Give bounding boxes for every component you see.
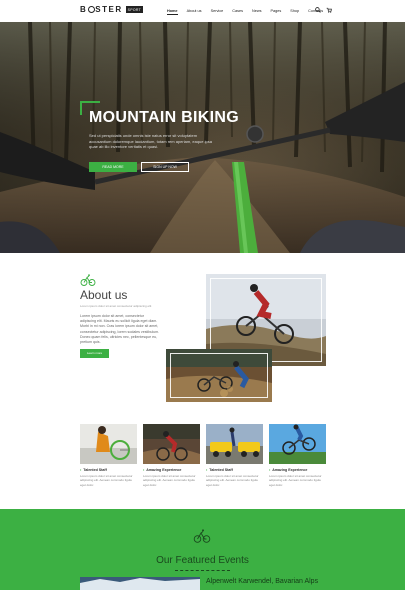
about-text: Lorem ipsum dolor sit amet, consectetur … — [80, 314, 160, 345]
main-nav: Home About us Service Cases News Pages S… — [167, 9, 323, 15]
site-header: B STER SPORT Home About us Service Cases… — [0, 0, 405, 22]
nav-news[interactable]: News — [252, 9, 262, 15]
logo-text-start: B — [80, 5, 88, 14]
featured-title-underline — [175, 570, 230, 571]
card-image — [269, 424, 326, 464]
nav-pages[interactable]: Pages — [271, 9, 282, 15]
card-text: Lorem ipsum dolor sit amet consectetur a… — [269, 474, 322, 487]
card-image — [206, 424, 263, 464]
logo-wheel-icon — [87, 6, 95, 13]
photo-secondary-frame — [170, 353, 268, 398]
about-title: About us — [80, 288, 128, 302]
event-image[interactable] — [80, 577, 200, 590]
card-text: Lorem ipsum dolor sit amet consectetur a… — [80, 474, 133, 487]
sign-up-button[interactable]: SIGN UP NOW — [141, 162, 189, 172]
nav-service[interactable]: Service — [211, 9, 224, 15]
bike-icon — [193, 529, 211, 543]
header-icons — [315, 7, 332, 13]
logo[interactable]: B STER SPORT — [80, 5, 144, 14]
nav-about[interactable]: About us — [187, 9, 202, 15]
event-title[interactable]: Alpenwelt Karwendel, Bavarian Alps — [206, 578, 318, 585]
featured-title: Our Featured Events — [156, 555, 249, 566]
about-subtitle: Lorem ipsum dolor sit amet consectetur a… — [80, 304, 152, 308]
nav-cases[interactable]: Cases — [232, 9, 243, 15]
hero-description: Sed ut perspiciatis unde omnis iste natu… — [89, 133, 212, 149]
card-title: Amazing Experience — [143, 468, 200, 472]
card-title: Talented Staff — [80, 468, 137, 472]
card-image — [143, 424, 200, 464]
featured-events-section: Our Featured Events Alpenwelt Karwendel,… — [0, 509, 405, 590]
nav-home[interactable]: Home — [167, 9, 178, 15]
gallery-card[interactable]: Talented Staff Lorem ipsum dolor sit ame… — [80, 424, 137, 487]
card-text: Lorem ipsum dolor sit amet consectetur a… — [143, 474, 196, 487]
card-image — [80, 424, 137, 464]
hero-banner: MOUNTAIN BIKING Sed ut perspiciatis unde… — [0, 22, 405, 253]
read-more-button[interactable]: READ MORE — [89, 162, 137, 172]
learn-more-button[interactable]: Learn more — [80, 349, 109, 358]
cart-icon[interactable] — [326, 7, 332, 13]
logo-text-end: STER — [95, 5, 123, 14]
logo-tag: SPORT — [125, 6, 144, 13]
card-title: Talented Staff — [206, 468, 263, 472]
hero-title: MOUNTAIN BIKING — [89, 109, 239, 126]
card-text: Lorem ipsum dolor sit amet consectetur a… — [206, 474, 259, 487]
search-icon[interactable] — [315, 7, 321, 13]
gallery-card[interactable]: Talented Staff Lorem ipsum dolor sit ame… — [206, 424, 263, 487]
card-title: Amazing Experience — [269, 468, 326, 472]
learn-more-label: Learn more — [86, 351, 103, 355]
nav-shop[interactable]: Shop — [290, 9, 299, 15]
bike-icon — [80, 274, 96, 286]
gallery-card[interactable]: Amazing Experience Lorem ipsum dolor sit… — [269, 424, 326, 487]
gallery-card[interactable]: Amazing Experience Lorem ipsum dolor sit… — [143, 424, 200, 487]
